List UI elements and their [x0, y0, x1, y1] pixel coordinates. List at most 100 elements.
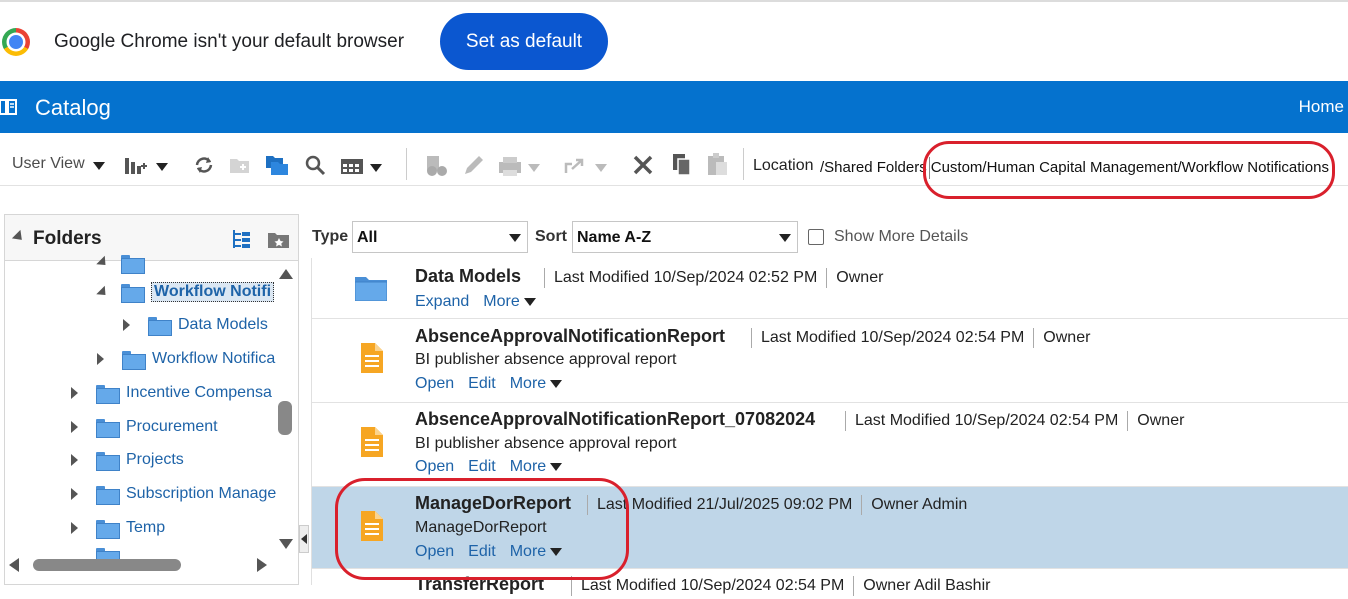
expand-icon[interactable] — [71, 421, 78, 433]
copy-folder-icon[interactable] — [265, 153, 289, 177]
tree-item-data-models[interactable]: Data Models — [123, 316, 268, 336]
sort-select-value: Name A-Z — [577, 229, 652, 246]
add-to-favorites-icon[interactable] — [267, 230, 291, 250]
item-meta: Last Modified 10/Sep/2024 02:54 PM Owner — [742, 328, 1090, 348]
horizontal-scrollbar[interactable] — [5, 554, 271, 576]
chrome-logo-icon — [2, 28, 30, 56]
tree-item-incentive-compensation[interactable]: Incentive Compensa — [71, 384, 272, 404]
scroll-down-icon — [279, 539, 293, 549]
expand-icon[interactable] — [123, 319, 130, 331]
banner-message: Google Chrome isn't your default browser — [54, 31, 405, 52]
chevron-down-icon — [779, 234, 791, 242]
tree-item-temp[interactable]: Temp — [71, 519, 165, 539]
pane-splitter[interactable] — [299, 525, 309, 553]
list-item-absence-approval-report[interactable]: AbsenceApprovalNotificationReport Last M… — [312, 319, 1348, 403]
expand-icon[interactable] — [71, 387, 78, 399]
tree-item-projects[interactable]: Projects — [71, 451, 184, 471]
sort-select[interactable]: Name A-Z — [572, 221, 798, 253]
type-label: Type — [312, 228, 349, 245]
item-actions: Expand More — [415, 293, 536, 311]
show-more-details-label: Show More Details — [834, 228, 969, 245]
catalog-icon — [0, 99, 17, 115]
expand-icon[interactable] — [71, 522, 78, 534]
user-view-dropdown[interactable]: User View — [12, 155, 105, 173]
copy-icon[interactable] — [670, 152, 694, 178]
item-owner: Owner Admin — [871, 496, 968, 513]
tree-item-workflow-notifications[interactable]: Workflow Notifica — [97, 350, 275, 370]
refresh-icon[interactable] — [193, 154, 215, 176]
show-more-details-checkbox[interactable] — [808, 229, 824, 245]
tree-expand-all-icon[interactable] — [231, 228, 253, 250]
item-name[interactable]: AbsenceApprovalNotificationReport_070820… — [415, 409, 815, 430]
list-item-absence-approval-report-07082024[interactable]: AbsenceApprovalNotificationReport_070820… — [312, 403, 1348, 487]
open-link[interactable]: Open — [415, 375, 454, 393]
scroll-thumb — [278, 401, 292, 435]
tree-item-label[interactable]: Incentive Compensa — [126, 384, 272, 402]
location-prefix[interactable]: /Shared Folders — [820, 159, 927, 176]
vertical-scrollbar[interactable] — [275, 265, 297, 555]
expand-link[interactable]: Expand — [415, 293, 469, 311]
edit-link[interactable]: Edit — [468, 458, 496, 476]
edit-pencil-icon — [465, 156, 483, 174]
tree-item-label[interactable]: Temp — [126, 519, 165, 537]
set-as-default-button[interactable]: Set as default — [440, 13, 608, 70]
toolbar-separator — [406, 148, 407, 180]
meta-separator — [845, 411, 846, 431]
tree-item-label[interactable]: Workflow Notifi — [151, 282, 275, 302]
collapse-left-icon — [301, 534, 307, 544]
search-icon[interactable] — [305, 155, 327, 177]
more-label[interactable]: More — [483, 293, 519, 310]
home-link[interactable]: Home — [1299, 97, 1344, 117]
expand-icon[interactable] — [97, 353, 104, 365]
tree-item-subscription-management[interactable]: Subscription Manage — [71, 485, 276, 505]
report-document-icon — [361, 427, 383, 457]
tree-item-workflow-notifications-selected[interactable]: Workflow Notifi — [96, 282, 275, 303]
list-item-data-models[interactable]: Data Models Last Modified 10/Sep/2024 02… — [312, 258, 1348, 319]
item-description: BI publisher absence approval report — [415, 351, 677, 368]
tree-item-label[interactable]: Projects — [126, 451, 184, 469]
tree-item-label[interactable]: Workflow Notifica — [152, 350, 275, 368]
type-select-value: All — [357, 229, 378, 246]
tree-item-label[interactable]: Data Models — [178, 316, 268, 334]
item-name[interactable]: AbsenceApprovalNotificationReport — [415, 326, 725, 347]
new-item-icon[interactable] — [124, 154, 170, 176]
more-label[interactable]: More — [510, 458, 546, 475]
more-link[interactable]: More — [483, 293, 536, 311]
item-last-modified: Last Modified 10/Sep/2024 02:54 PM — [855, 412, 1119, 429]
expand-icon[interactable] — [71, 454, 78, 466]
collapse-icon[interactable] — [11, 229, 27, 245]
page-title: Catalog — [35, 95, 111, 120]
folder-icon — [122, 350, 146, 370]
more-link[interactable]: More — [510, 458, 563, 476]
tree-item-label[interactable]: Procurement — [126, 418, 218, 436]
folder-icon — [96, 519, 120, 539]
item-actions: Open Edit More — [415, 375, 563, 393]
item-name[interactable]: Data Models — [415, 266, 521, 287]
expand-icon[interactable] — [71, 488, 78, 500]
meta-separator — [861, 495, 863, 515]
item-owner: Owner Adil Bashir — [863, 577, 991, 594]
delete-icon[interactable] — [632, 154, 654, 176]
collapse-icon[interactable] — [96, 285, 110, 300]
item-owner: Owner — [1137, 412, 1185, 429]
item-meta: Last Modified 10/Sep/2024 02:52 PM Owner — [535, 268, 883, 288]
chevron-down-icon — [92, 161, 105, 170]
catalog-header: Catalog Home — [0, 81, 1348, 133]
tree-item-label[interactable]: Subscription Manage — [126, 485, 276, 503]
tree-item-procurement[interactable]: Procurement — [71, 418, 218, 438]
view-options-icon[interactable] — [340, 155, 384, 177]
edit-link[interactable]: Edit — [468, 375, 496, 393]
location-label: Location — [753, 157, 814, 174]
chevron-down-icon — [550, 379, 563, 388]
item-last-modified: Last Modified 10/Sep/2024 02:52 PM — [554, 269, 818, 286]
item-meta: Last Modified 21/Jul/2025 09:02 PM Owner… — [578, 495, 967, 515]
chevron-down-icon — [523, 297, 536, 306]
meta-separator — [1033, 328, 1035, 348]
meta-separator — [751, 328, 752, 348]
type-select[interactable]: All — [352, 221, 528, 253]
more-link[interactable]: More — [510, 375, 563, 393]
more-label[interactable]: More — [510, 375, 546, 392]
open-link[interactable]: Open — [415, 458, 454, 476]
paste-icon — [708, 153, 727, 175]
annotation-location-highlight — [923, 141, 1335, 199]
